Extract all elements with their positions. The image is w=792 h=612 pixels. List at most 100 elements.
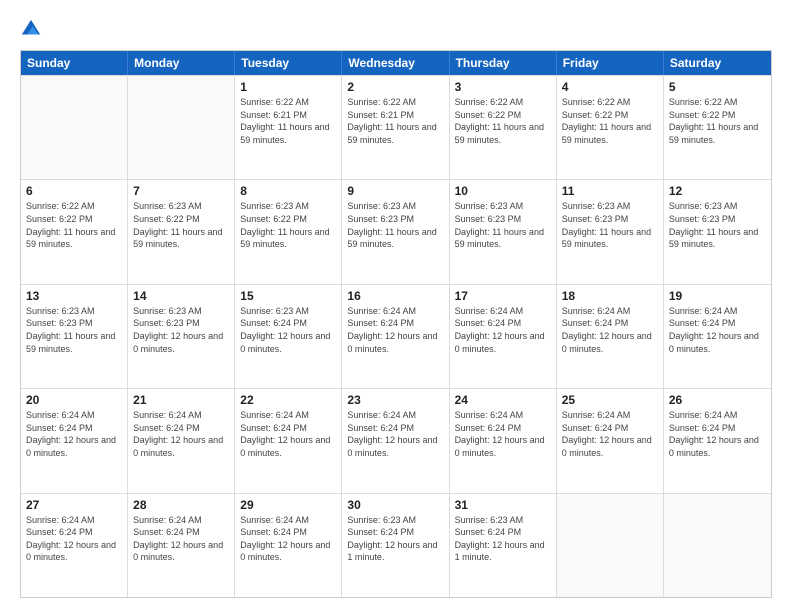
- day-info: Sunrise: 6:23 AM Sunset: 6:22 PM Dayligh…: [133, 200, 229, 250]
- day-info: Sunrise: 6:24 AM Sunset: 6:24 PM Dayligh…: [347, 305, 443, 355]
- day-number: 29: [240, 498, 336, 512]
- day-cell-6: 6 Sunrise: 6:22 AM Sunset: 6:22 PM Daylig…: [21, 180, 128, 283]
- day-info: Sunrise: 6:24 AM Sunset: 6:24 PM Dayligh…: [26, 514, 122, 564]
- day-cell-11: 11 Sunrise: 6:23 AM Sunset: 6:23 PM Dayli…: [557, 180, 664, 283]
- day-number: 12: [669, 184, 766, 198]
- day-number: 6: [26, 184, 122, 198]
- calendar-page: SundayMondayTuesdayWednesdayThursdayFrid…: [0, 0, 792, 612]
- day-info: Sunrise: 6:22 AM Sunset: 6:22 PM Dayligh…: [26, 200, 122, 250]
- day-info: Sunrise: 6:23 AM Sunset: 6:23 PM Dayligh…: [26, 305, 122, 355]
- day-info: Sunrise: 6:22 AM Sunset: 6:22 PM Dayligh…: [669, 96, 766, 146]
- calendar-body: 1Sunrise: 6:22 AM Sunset: 6:21 PM Daylig…: [21, 75, 771, 597]
- day-number: 22: [240, 393, 336, 407]
- day-info: Sunrise: 6:23 AM Sunset: 6:24 PM Dayligh…: [240, 305, 336, 355]
- day-cell-25: 25Sunrise: 6:24 AM Sunset: 6:24 PM Dayli…: [557, 389, 664, 492]
- day-number: 16: [347, 289, 443, 303]
- day-cell-12: 12 Sunrise: 6:23 AM Sunset: 6:23 PM Dayli…: [664, 180, 771, 283]
- header-day-monday: Monday: [128, 51, 235, 75]
- day-info: Sunrise: 6:23 AM Sunset: 6:22 PM Dayligh…: [240, 200, 336, 250]
- day-cell-10: 10Sunrise: 6:23 AM Sunset: 6:23 PM Dayli…: [450, 180, 557, 283]
- day-number: 17: [455, 289, 551, 303]
- header-day-friday: Friday: [557, 51, 664, 75]
- day-number: 13: [26, 289, 122, 303]
- day-number: 15: [240, 289, 336, 303]
- day-number: 11: [562, 184, 658, 198]
- day-info: Sunrise: 6:23 AM Sunset: 6:23 PM Dayligh…: [347, 200, 443, 250]
- day-cell-15: 15 Sunrise: 6:23 AM Sunset: 6:24 PM Dayli…: [235, 285, 342, 388]
- day-info: Sunrise: 6:22 AM Sunset: 6:21 PM Dayligh…: [240, 96, 336, 146]
- day-info: Sunrise: 6:24 AM Sunset: 6:24 PM Dayligh…: [669, 305, 766, 355]
- day-cell-1: 1Sunrise: 6:22 AM Sunset: 6:21 PM Daylig…: [235, 76, 342, 179]
- day-cell-2: 2 Sunrise: 6:22 AM Sunset: 6:21 PM Daylig…: [342, 76, 449, 179]
- week-row-5: 27 Sunrise: 6:24 AM Sunset: 6:24 PM Dayli…: [21, 493, 771, 597]
- day-info: Sunrise: 6:24 AM Sunset: 6:24 PM Dayligh…: [240, 514, 336, 564]
- day-number: 19: [669, 289, 766, 303]
- calendar-grid: SundayMondayTuesdayWednesdayThursdayFrid…: [20, 50, 772, 598]
- day-info: Sunrise: 6:22 AM Sunset: 6:21 PM Dayligh…: [347, 96, 443, 146]
- day-info: Sunrise: 6:22 AM Sunset: 6:22 PM Dayligh…: [562, 96, 658, 146]
- day-info: Sunrise: 6:24 AM Sunset: 6:24 PM Dayligh…: [26, 409, 122, 459]
- day-info: Sunrise: 6:24 AM Sunset: 6:24 PM Dayligh…: [133, 409, 229, 459]
- header-day-wednesday: Wednesday: [342, 51, 449, 75]
- header-day-saturday: Saturday: [664, 51, 771, 75]
- day-number: 20: [26, 393, 122, 407]
- day-number: 7: [133, 184, 229, 198]
- day-cell-26: 26Sunrise: 6:24 AM Sunset: 6:24 PM Dayli…: [664, 389, 771, 492]
- day-cell-27: 27 Sunrise: 6:24 AM Sunset: 6:24 PM Dayli…: [21, 494, 128, 597]
- day-number: 14: [133, 289, 229, 303]
- empty-cell: [21, 76, 128, 179]
- day-number: 23: [347, 393, 443, 407]
- day-cell-16: 16 Sunrise: 6:24 AM Sunset: 6:24 PM Dayli…: [342, 285, 449, 388]
- header-day-thursday: Thursday: [450, 51, 557, 75]
- day-cell-30: 30 Sunrise: 6:23 AM Sunset: 6:24 PM Dayli…: [342, 494, 449, 597]
- week-row-4: 20 Sunrise: 6:24 AM Sunset: 6:24 PM Dayli…: [21, 388, 771, 492]
- day-info: Sunrise: 6:23 AM Sunset: 6:23 PM Dayligh…: [562, 200, 658, 250]
- day-number: 27: [26, 498, 122, 512]
- day-number: 25: [562, 393, 658, 407]
- day-number: 4: [562, 80, 658, 94]
- day-cell-7: 7 Sunrise: 6:23 AM Sunset: 6:22 PM Daylig…: [128, 180, 235, 283]
- page-header: [20, 18, 772, 40]
- day-cell-21: 21 Sunrise: 6:24 AM Sunset: 6:24 PM Dayli…: [128, 389, 235, 492]
- day-info: Sunrise: 6:23 AM Sunset: 6:23 PM Dayligh…: [669, 200, 766, 250]
- day-cell-14: 14 Sunrise: 6:23 AM Sunset: 6:23 PM Dayli…: [128, 285, 235, 388]
- day-cell-23: 23 Sunrise: 6:24 AM Sunset: 6:24 PM Dayli…: [342, 389, 449, 492]
- logo: [20, 18, 46, 40]
- day-cell-5: 5Sunrise: 6:22 AM Sunset: 6:22 PM Daylig…: [664, 76, 771, 179]
- day-info: Sunrise: 6:24 AM Sunset: 6:24 PM Dayligh…: [240, 409, 336, 459]
- day-cell-17: 17 Sunrise: 6:24 AM Sunset: 6:24 PM Dayli…: [450, 285, 557, 388]
- day-info: Sunrise: 6:24 AM Sunset: 6:24 PM Dayligh…: [455, 305, 551, 355]
- day-number: 31: [455, 498, 551, 512]
- day-number: 2: [347, 80, 443, 94]
- day-cell-3: 3Sunrise: 6:22 AM Sunset: 6:22 PM Daylig…: [450, 76, 557, 179]
- day-cell-24: 24Sunrise: 6:24 AM Sunset: 6:24 PM Dayli…: [450, 389, 557, 492]
- empty-cell: [128, 76, 235, 179]
- day-number: 21: [133, 393, 229, 407]
- day-number: 8: [240, 184, 336, 198]
- day-number: 30: [347, 498, 443, 512]
- day-number: 26: [669, 393, 766, 407]
- day-info: Sunrise: 6:24 AM Sunset: 6:24 PM Dayligh…: [455, 409, 551, 459]
- day-cell-28: 28 Sunrise: 6:24 AM Sunset: 6:24 PM Dayli…: [128, 494, 235, 597]
- day-info: Sunrise: 6:23 AM Sunset: 6:23 PM Dayligh…: [455, 200, 551, 250]
- header-day-sunday: Sunday: [21, 51, 128, 75]
- day-info: Sunrise: 6:24 AM Sunset: 6:24 PM Dayligh…: [133, 514, 229, 564]
- week-row-2: 6 Sunrise: 6:22 AM Sunset: 6:22 PM Daylig…: [21, 179, 771, 283]
- day-cell-20: 20 Sunrise: 6:24 AM Sunset: 6:24 PM Dayli…: [21, 389, 128, 492]
- day-info: Sunrise: 6:23 AM Sunset: 6:24 PM Dayligh…: [347, 514, 443, 564]
- day-info: Sunrise: 6:23 AM Sunset: 6:23 PM Dayligh…: [133, 305, 229, 355]
- day-cell-8: 8 Sunrise: 6:23 AM Sunset: 6:22 PM Daylig…: [235, 180, 342, 283]
- header-day-tuesday: Tuesday: [235, 51, 342, 75]
- day-cell-22: 22 Sunrise: 6:24 AM Sunset: 6:24 PM Dayli…: [235, 389, 342, 492]
- day-info: Sunrise: 6:24 AM Sunset: 6:24 PM Dayligh…: [347, 409, 443, 459]
- day-info: Sunrise: 6:23 AM Sunset: 6:24 PM Dayligh…: [455, 514, 551, 564]
- day-number: 9: [347, 184, 443, 198]
- calendar-header-row: SundayMondayTuesdayWednesdayThursdayFrid…: [21, 51, 771, 75]
- day-cell-9: 9 Sunrise: 6:23 AM Sunset: 6:23 PM Daylig…: [342, 180, 449, 283]
- day-info: Sunrise: 6:22 AM Sunset: 6:22 PM Dayligh…: [455, 96, 551, 146]
- week-row-1: 1Sunrise: 6:22 AM Sunset: 6:21 PM Daylig…: [21, 75, 771, 179]
- day-cell-19: 19 Sunrise: 6:24 AM Sunset: 6:24 PM Dayli…: [664, 285, 771, 388]
- empty-cell: [557, 494, 664, 597]
- day-cell-29: 29 Sunrise: 6:24 AM Sunset: 6:24 PM Dayli…: [235, 494, 342, 597]
- day-number: 28: [133, 498, 229, 512]
